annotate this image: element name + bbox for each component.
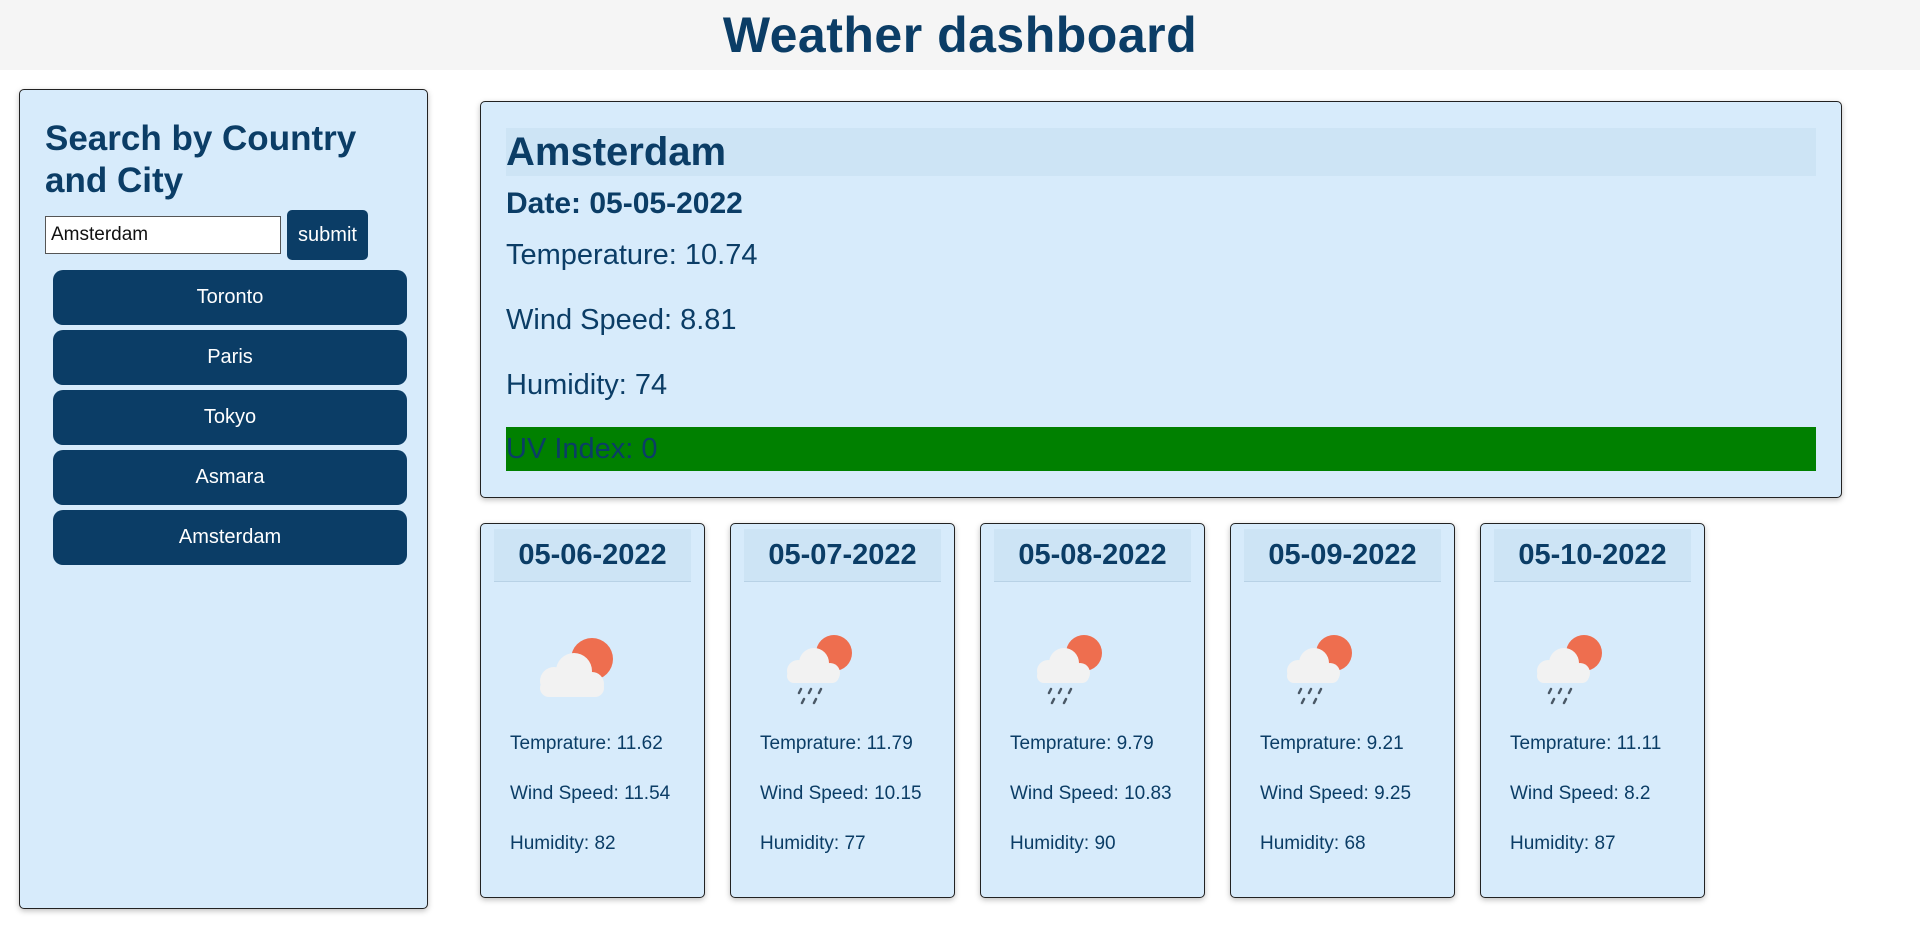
forecast-temperature: Temprature: 9.21 (1260, 733, 1404, 754)
forecast-card: 05-06-2022 Temprature: 11.62 Wind Speed:… (480, 523, 705, 898)
cloud-sun-rain-icon (1287, 635, 1352, 705)
forecast-humidity: Humidity: 90 (1010, 833, 1116, 854)
search-panel: Search by Country and City submit Toront… (19, 89, 428, 909)
forecast-date: 05-08-2022 (994, 529, 1191, 582)
city-search-input[interactable] (45, 216, 281, 254)
cloud-sun-rain-icon (1037, 635, 1102, 705)
forecast-date: 05-09-2022 (1244, 529, 1441, 582)
current-wind-speed: Wind Speed: 8.81 (506, 304, 737, 336)
history-item-paris[interactable]: Paris (53, 330, 407, 385)
forecast-temperature: Temprature: 11.79 (760, 733, 913, 754)
current-city-name: Amsterdam (506, 128, 1816, 176)
forecast-wind-speed: Wind Speed: 8.2 (1510, 783, 1651, 804)
history-item-amsterdam[interactable]: Amsterdam (53, 510, 407, 565)
forecast-humidity: Humidity: 77 (760, 833, 866, 854)
history-item-tokyo[interactable]: Tokyo (53, 390, 407, 445)
forecast-humidity: Humidity: 82 (510, 833, 616, 854)
forecast-temperature: Temprature: 9.79 (1010, 733, 1154, 754)
current-date: Date: 05-05-2022 (506, 187, 743, 220)
history-item-toronto[interactable]: Toronto (53, 270, 407, 325)
cloud-sun-rain-icon (1537, 635, 1602, 705)
header: Weather dashboard (0, 0, 1920, 70)
forecast-humidity: Humidity: 68 (1260, 833, 1366, 854)
current-temperature: Temperature: 10.74 (506, 239, 758, 271)
search-title: Search by Country and City (45, 119, 357, 200)
uv-index-bar: UV Index: 0 (506, 427, 1816, 471)
cloud-sun-rain-icon (787, 635, 852, 705)
forecast-card: 05-10-2022 Temprature: 11.11 Wind Speed:… (1480, 523, 1705, 898)
search-history: Toronto Paris Tokyo Asmara Amsterdam (53, 270, 407, 570)
forecast-card: 05-09-2022 Temprature: 9.21 Wind Speed: … (1230, 523, 1455, 898)
forecast-date: 05-10-2022 (1494, 529, 1691, 582)
forecast-wind-speed: Wind Speed: 10.15 (760, 783, 922, 804)
forecast-wind-speed: Wind Speed: 9.25 (1260, 783, 1412, 804)
forecast-date: 05-07-2022 (744, 529, 941, 582)
history-item-asmara[interactable]: Asmara (53, 450, 407, 505)
page-title: Weather dashboard (722, 7, 1198, 63)
current-humidity: Humidity: 74 (506, 369, 668, 401)
forecast-humidity: Humidity: 87 (1510, 833, 1616, 854)
forecast-card: 05-07-2022 Temprature: 11.79 Wind Speed:… (730, 523, 955, 898)
forecast-temperature: Temprature: 11.11 (1510, 733, 1662, 754)
current-weather-card: Amsterdam Date: 05-05-2022 Temperature: … (480, 101, 1842, 498)
cloud-sun-icon (540, 638, 613, 697)
forecast-date: 05-06-2022 (494, 529, 691, 582)
submit-button[interactable]: submit (287, 210, 368, 260)
forecast-wind-speed: Wind Speed: 10.83 (1010, 783, 1172, 804)
forecast-temperature: Temprature: 11.62 (510, 733, 663, 754)
forecast-wind-speed: Wind Speed: 11.54 (510, 783, 671, 804)
forecast-card: 05-08-2022 Temprature: 9.79 Wind Speed: … (980, 523, 1205, 898)
